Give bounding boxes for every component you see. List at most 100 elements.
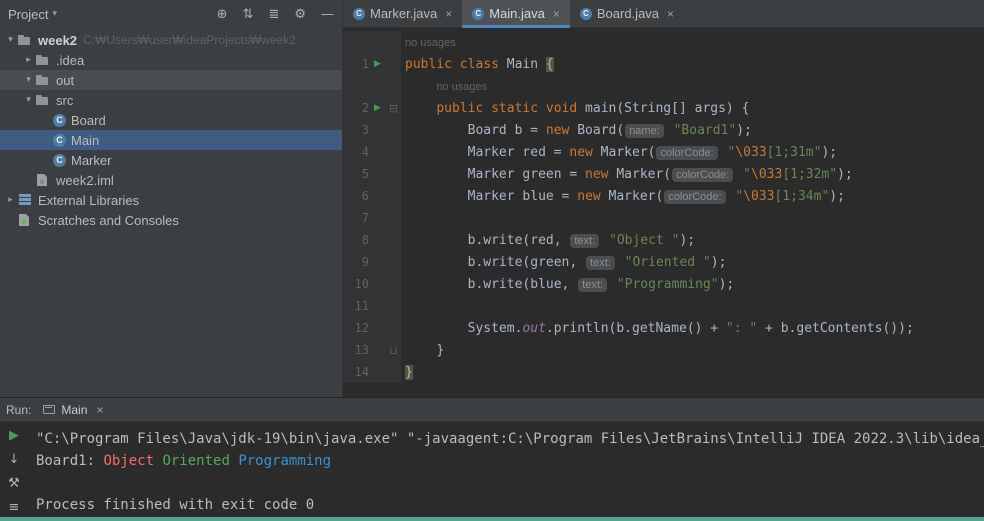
run-line-icon[interactable]: ▶ — [369, 103, 386, 113]
tree-item-label: .idea — [56, 52, 85, 68]
project-panel-header: Project ▾ ⊕ ⇅ ≣ ⚙ — — [0, 0, 342, 28]
usages-hint[interactable]: no usages — [405, 37, 456, 49]
code-token: Marker green = — [467, 166, 586, 182]
code-text[interactable]: no usages — [401, 35, 456, 50]
code-text[interactable]: public class Main { — [401, 56, 554, 72]
tree-item-marker[interactable]: C Marker — [0, 150, 342, 170]
gutter: 11 — [343, 295, 401, 317]
gutter: 7 — [343, 207, 401, 229]
code-line: 11 — [343, 295, 984, 317]
build-settings-icon[interactable]: ⚒ — [8, 477, 20, 490]
line-number: 14 — [354, 365, 369, 379]
tab-board-java[interactable]: C Board.java × — [570, 0, 684, 27]
project-tool-window: Project ▾ ⊕ ⇅ ≣ ⚙ — ▾ week2 C:₩Users₩user₩idea… — [0, 0, 343, 397]
code-text[interactable]: Marker green = new Marker(colorCode: "\0… — [401, 167, 853, 182]
code-token: b.write(green, — [467, 254, 586, 270]
close-tab-icon[interactable]: × — [553, 7, 560, 21]
code-token: new — [569, 144, 593, 160]
chevron-down-icon[interactable]: ▾ — [52, 9, 57, 19]
tab-main-java[interactable]: C Main.java × — [462, 0, 570, 28]
collapse-all-icon[interactable]: ≣ — [268, 7, 279, 22]
code-text[interactable]: } — [401, 343, 444, 358]
code-text[interactable]: b.write(blue, text: "Programming"); — [401, 277, 734, 292]
tab-label: Main.java — [489, 6, 545, 21]
code-token: Marker red = — [467, 144, 570, 160]
tree-item-src[interactable]: ▾ src — [0, 90, 342, 110]
tree-item-label: week2.iml — [56, 172, 114, 188]
tree-item-scratches-and-consoles[interactable]: Scratches and Consoles — [0, 210, 342, 230]
code-token: new — [545, 122, 570, 138]
chevron-down-icon[interactable]: ▾ — [4, 35, 17, 45]
code-token: System. — [467, 320, 523, 336]
tree-item-label: Marker — [71, 152, 112, 168]
code-text[interactable]: Marker blue = new Marker(colorCode: "\03… — [401, 189, 845, 204]
line-number: 10 — [354, 277, 369, 291]
code-text[interactable]: public static void main(String[] args) { — [401, 101, 749, 116]
down-stack-icon[interactable]: ↓ — [9, 453, 20, 466]
code-token: public — [436, 100, 484, 116]
code-token: \033 — [735, 144, 767, 160]
usages-hint[interactable]: no usages — [436, 81, 487, 93]
gutter: 1 ▶ — [343, 53, 401, 75]
tab-marker-java[interactable]: C Marker.java × — [343, 0, 462, 27]
code-line: 13 ⊔ } — [343, 339, 984, 361]
code-text[interactable]: System.out.println(b.getName() + ": " + … — [401, 321, 914, 336]
code-token: "Oriented " — [624, 254, 711, 270]
run-tab-main[interactable]: Main × — [43, 403, 103, 417]
project-panel-title[interactable]: Project — [8, 7, 48, 22]
code-line: 5 Marker green = new Marker(colorCode: "… — [343, 163, 984, 185]
line-number: 3 — [361, 123, 369, 137]
run-line-icon[interactable]: ▶ — [369, 59, 386, 69]
gutter: 14 — [343, 361, 401, 383]
gutter: 13 ⊔ — [343, 339, 401, 361]
line-number: 2 — [361, 101, 369, 115]
tree-item-week2-iml[interactable]: week2.iml — [0, 170, 342, 190]
code-token: new — [585, 166, 609, 182]
code-text[interactable]: Board b = new Board(name: "Board1"); — [401, 123, 752, 138]
code-editor[interactable]: no usages 1 ▶ public class Main { no usages… — [343, 28, 984, 397]
tree-item-board[interactable]: C Board — [0, 110, 342, 130]
close-tab-icon[interactable]: × — [667, 7, 674, 21]
tree-item-week2[interactable]: ▾ week2 C:₩Users₩user₩ideaProjects₩week2 — [0, 30, 342, 50]
locate-file-icon[interactable]: ⊕ — [217, 7, 228, 22]
code-text[interactable]: } — [401, 364, 413, 380]
run-tool-window: Run: Main × ▶↓⚒≡⇊ "C:\Program Files\Java… — [0, 397, 984, 517]
rerun-button[interactable]: ▶ — [9, 429, 19, 442]
code-text[interactable]: Marker red = new Marker(colorCode: "\033… — [401, 145, 837, 160]
hide-panel-icon[interactable]: — — [321, 7, 334, 22]
tree-item-main[interactable]: C Main — [0, 130, 342, 150]
run-tab-label: Main — [61, 402, 88, 417]
code-text[interactable]: b.write(green, text: "Oriented "); — [401, 255, 726, 270]
code-token: static — [491, 100, 539, 116]
code-token: \033 — [743, 188, 775, 204]
console-token: Process finished with exit code 0 — [36, 497, 315, 513]
settings-gear-icon[interactable]: ⚙ — [294, 7, 306, 22]
code-token: Marker( — [600, 188, 664, 204]
chevron-down-icon[interactable]: ▾ — [22, 75, 35, 85]
parameter-hint: text: — [570, 233, 600, 248]
chevron-down-icon[interactable]: ▾ — [22, 95, 35, 105]
tree-item-external-libraries[interactable]: ▸ External Libraries — [0, 190, 342, 210]
fold-marker-icon[interactable]: ⊟ — [386, 102, 401, 115]
gutter: 5 — [343, 163, 401, 185]
libs-icon — [17, 193, 33, 207]
code-line: 4 Marker red = new Marker(colorCode: "\0… — [343, 141, 984, 163]
fold-marker-icon[interactable]: ⊔ — [386, 344, 401, 357]
expand-all-icon[interactable]: ⇅ — [243, 7, 254, 22]
parameter-hint: text: — [586, 255, 615, 270]
tree-item-idea[interactable]: ▸ .idea — [0, 50, 342, 70]
chevron-right-icon[interactable]: ▸ — [22, 55, 35, 65]
close-tab-icon[interactable]: × — [96, 403, 103, 417]
code-text[interactable]: b.write(red, text: "Object "); — [401, 233, 695, 248]
line-number: 13 — [354, 343, 369, 357]
chevron-right-icon[interactable]: ▸ — [4, 195, 17, 205]
close-tab-icon[interactable]: × — [445, 7, 452, 21]
code-text[interactable]: no usages — [401, 79, 487, 94]
soft-wrap-icon[interactable]: ≡ — [9, 501, 20, 514]
tree-item-out[interactable]: ▾ out — [0, 70, 342, 90]
run-panel-title: Run: — [6, 402, 32, 417]
console-token: Oriented — [162, 453, 230, 469]
console-token: Object — [103, 453, 155, 469]
